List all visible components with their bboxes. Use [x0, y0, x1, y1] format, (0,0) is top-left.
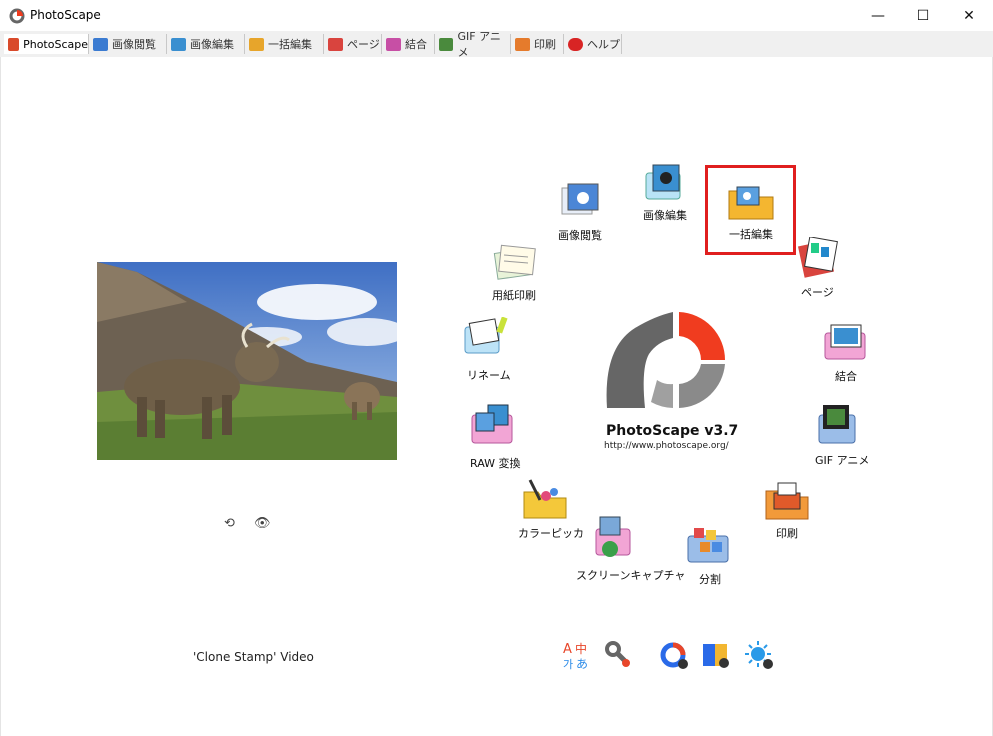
viewer-icon [93, 37, 108, 51]
brand-url[interactable]: http://www.photoscape.org/ [604, 441, 729, 451]
page-icon [328, 37, 343, 51]
launcher-combine[interactable]: 結合 [823, 323, 869, 383]
launcher-capture[interactable]: スクリーンキャプチャ [576, 515, 685, 582]
tab-viewer[interactable]: 画像閲覧 [89, 34, 167, 54]
tab-label: ページ [347, 38, 380, 51]
launcher-label: GIF アニメ [815, 454, 870, 467]
svg-text:가: 가 [563, 658, 573, 670]
launcher-label: カラーピッカ [518, 527, 584, 540]
tab-help[interactable]: ヘルプ [564, 34, 622, 54]
photoscape-logo [606, 312, 725, 408]
launcher-label: 印刷 [776, 527, 798, 540]
tab-label: 画像閲覧 [112, 38, 156, 51]
svg-text:中: 中 [575, 641, 587, 656]
launcher-gif[interactable]: GIF アニメ [815, 403, 869, 467]
launcher-rename[interactable]: リネーム [463, 316, 511, 382]
editor-icon [171, 37, 186, 51]
tab-batch[interactable]: 一括編集 [245, 34, 324, 54]
editor-icon [645, 164, 681, 200]
tab-photoscape[interactable]: PhotoScape [4, 34, 89, 54]
tab-bar: PhotoScape 画像閲覧 画像編集 一括編集 ページ 結合 GIF アニメ… [0, 30, 993, 59]
batch-icon [249, 37, 264, 51]
tab-label: 画像編集 [190, 38, 234, 51]
split-icon [687, 528, 729, 563]
tab-print[interactable]: 印刷 [511, 34, 564, 54]
launcher-label: 分割 [699, 573, 721, 586]
launcher-label: 用紙印刷 [492, 289, 536, 302]
viewer-icon [561, 183, 599, 215]
photoscape-logo-icon [9, 8, 25, 24]
tab-gif[interactable]: GIF アニメ [435, 30, 511, 59]
launcher-viewer[interactable]: 画像閲覧 [558, 182, 604, 242]
rename-icon [464, 316, 508, 354]
launcher-print[interactable]: 印刷 [762, 479, 810, 540]
view-icon[interactable]: 👁 [254, 516, 271, 531]
tab-label: 結合 [405, 38, 427, 51]
tab-label: ヘルプ [587, 38, 620, 51]
gif-icon [439, 37, 454, 51]
print-icon [515, 37, 530, 51]
photoscape-x-icon[interactable] [659, 640, 689, 670]
tab-combine[interactable]: 結合 [382, 34, 435, 54]
maximize-button[interactable]: ☐ [900, 0, 946, 31]
colorpicker-icon [523, 479, 567, 519]
tab-editor[interactable]: 画像編集 [167, 34, 245, 54]
highland-cattle-photo[interactable] [97, 262, 397, 460]
page-icon [798, 236, 838, 278]
launcher-label: RAW 変換 [470, 457, 521, 470]
title-bar: PhotoScape — ☐ ✕ [0, 0, 993, 31]
video-caption[interactable]: 'Clone Stamp' Video [193, 650, 314, 664]
close-button[interactable]: ✕ [946, 0, 992, 31]
launcher-page[interactable]: ページ [795, 236, 841, 299]
selection-highlight [705, 165, 796, 255]
launcher-colorpicker[interactable]: カラーピッカ [518, 478, 584, 540]
help-icon [568, 37, 583, 51]
tab-label: PhotoScape [23, 37, 88, 51]
launcher-paper[interactable]: 用紙印刷 [492, 243, 538, 302]
print-icon [765, 482, 809, 520]
combine-icon [824, 324, 866, 360]
launcher-label: 画像編集 [643, 209, 687, 222]
svg-text:A: A [563, 642, 572, 657]
tools-icon[interactable] [604, 640, 634, 670]
tab-label: 印刷 [534, 38, 556, 51]
launcher-label: スクリーンキャプチャ [576, 569, 686, 582]
launcher-raw[interactable]: RAW 変換 [470, 403, 521, 470]
svg-text:あ: あ [576, 657, 588, 670]
launcher-label: ページ [801, 286, 834, 299]
tab-label: 一括編集 [268, 38, 312, 51]
brightness-icon[interactable] [744, 640, 774, 670]
launcher-editor[interactable]: 画像編集 [643, 163, 689, 222]
launcher-label: リネーム [467, 369, 511, 382]
launcher-label: 画像閲覧 [558, 229, 602, 242]
gif-icon [818, 405, 856, 444]
minimize-button[interactable]: — [855, 0, 901, 31]
brand-title: PhotoScape v3.7 [606, 423, 739, 439]
language-icon[interactable]: A 中 가 あ [562, 640, 592, 670]
screen-capture-icon [595, 516, 631, 557]
tab-page[interactable]: ページ [324, 34, 382, 54]
paper-print-icon [493, 244, 536, 280]
photoscape-icon [8, 37, 20, 51]
launcher-split[interactable]: 分割 [686, 524, 734, 586]
photoscape-x-mac-icon[interactable] [701, 640, 731, 670]
raw-convert-icon [471, 404, 513, 444]
tab-label: GIF アニメ [457, 30, 501, 59]
rotate-icon[interactable]: ⟲ [224, 516, 235, 531]
window-title: PhotoScape [30, 8, 101, 22]
combine-icon [386, 37, 401, 51]
launcher-label: 結合 [835, 370, 857, 383]
